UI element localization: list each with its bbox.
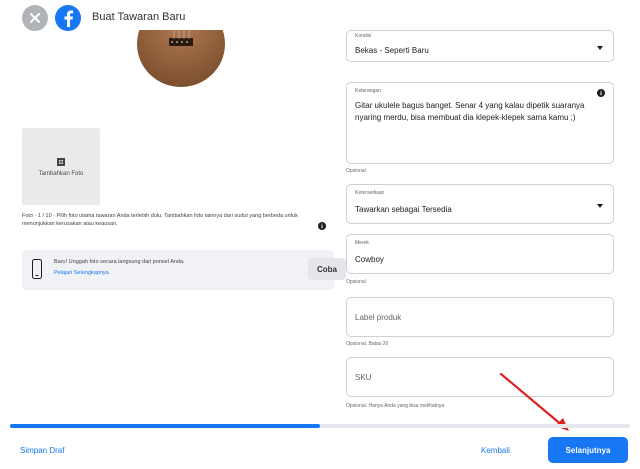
mobile-upload-text: Baru! Unggah foto secara langsung dari p…: [54, 259, 185, 265]
availability-value: Tawarkan sebagai Tersedia: [355, 205, 452, 214]
add-photo-button[interactable]: Tambahkan Foto: [22, 128, 100, 205]
availability-select[interactable]: Ketersediaan Tawarkan sebagai Tersedia: [346, 184, 614, 224]
add-photo-icon: [57, 157, 65, 166]
brand-label: Merek: [355, 240, 369, 246]
sku-hint: Opsional. Hanya Anda yang bisa melihatny…: [346, 403, 445, 409]
phone-icon: [32, 259, 42, 279]
save-draft-button[interactable]: Simpan Draf: [20, 446, 64, 455]
condition-label: Kondisi: [355, 33, 372, 39]
back-button[interactable]: Kembali: [481, 446, 510, 455]
product-photo[interactable]: [133, 30, 229, 88]
brand-hint: Opsional: [346, 279, 366, 285]
info-icon[interactable]: [318, 217, 326, 235]
product-tags-hint: Opsional. Batas 20: [346, 341, 389, 347]
condition-select[interactable]: Kondisi Bekas - Seperti Baru: [346, 30, 614, 62]
condition-value: Bekas - Seperti Baru: [355, 46, 429, 55]
description-value: Gitar ukulele bagus banget. Senar 4 yang…: [355, 101, 585, 122]
availability-label: Ketersediaan: [355, 190, 385, 196]
facebook-logo-icon[interactable]: [55, 5, 81, 31]
mobile-upload-banner: Baru! Unggah foto secara langsung dari p…: [22, 250, 346, 290]
learn-more-link[interactable]: Pelajari Selengkapnya: [54, 270, 109, 276]
create-listing-page: Buat Tawaran Baru Tambahkan Foto Foto · …: [0, 0, 640, 469]
progress-bar-fill: [10, 424, 320, 428]
chevron-down-icon: [597, 46, 603, 50]
sku-placeholder: SKU: [355, 373, 372, 382]
brand-input[interactable]: Merek Cowboy: [346, 234, 614, 274]
description-textarea[interactable]: Keterangan Gitar ukulele bagus banget. S…: [346, 82, 614, 164]
close-button[interactable]: [22, 5, 48, 31]
brand-value: Cowboy: [355, 255, 384, 264]
page-title: Buat Tawaran Baru: [92, 11, 186, 23]
add-photo-label: Tambahkan Foto: [38, 170, 84, 177]
next-button[interactable]: Selanjutnya: [548, 437, 628, 463]
description-hint: Opsional: [346, 168, 366, 174]
product-tags-input[interactable]: Label produk: [346, 297, 614, 337]
progress-bar: [10, 424, 630, 428]
description-label: Keterangan: [355, 88, 381, 94]
try-button[interactable]: Coba: [308, 258, 346, 280]
close-icon: [30, 13, 40, 23]
photo-info-text: Foto · 1 / 10 · Pilih foto utama tawaran…: [22, 213, 298, 227]
chevron-down-icon: [597, 204, 603, 208]
info-icon[interactable]: [597, 89, 605, 97]
product-tags-placeholder: Label produk: [355, 313, 402, 322]
